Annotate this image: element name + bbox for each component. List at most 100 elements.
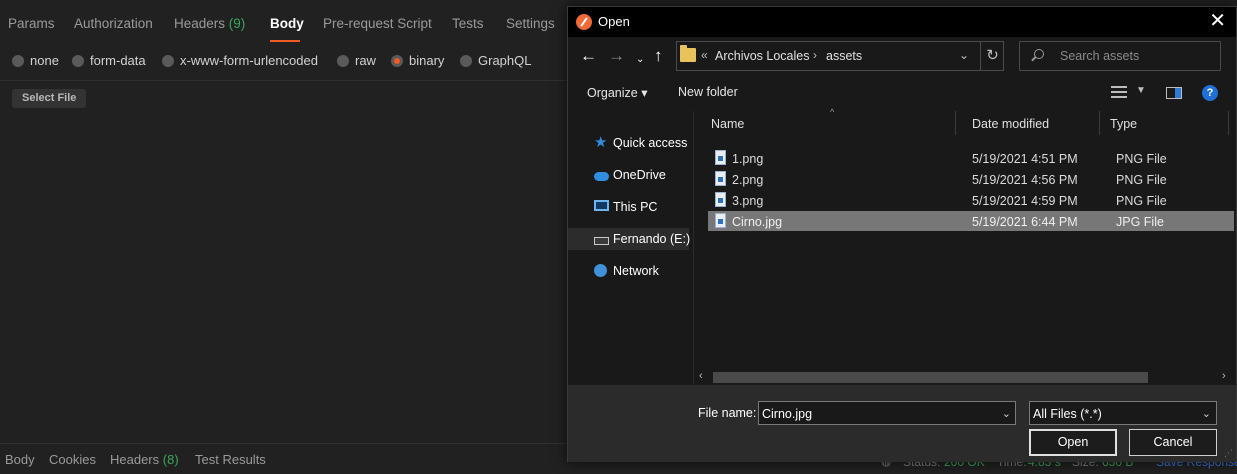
scroll-left-icon[interactable]: ‹ <box>699 370 703 382</box>
preview-pane-icon[interactable] <box>1166 87 1182 99</box>
radio-graphql-label: GraphQL <box>478 53 532 68</box>
divider <box>0 443 570 444</box>
nav-this-pc[interactable]: This PC <box>568 196 689 218</box>
radio-circle-icon <box>72 54 84 67</box>
help-icon[interactable]: ? <box>1202 85 1218 101</box>
column-header-date-modified[interactable]: Date modified <box>956 111 1100 135</box>
radio-circle-icon <box>162 54 174 67</box>
breadcrumb-overflow[interactable]: « <box>701 48 708 62</box>
response-tab-cookies[interactable]: Cookies <box>49 452 96 467</box>
forward-arrow-icon[interactable]: → <box>608 47 625 65</box>
divider <box>0 80 570 81</box>
breadcrumb-archivos-locales[interactable]: Archivos Locales <box>715 49 810 63</box>
radio-binary[interactable]: binary <box>391 53 444 68</box>
active-tab-indicator <box>270 40 300 42</box>
nav-onedrive[interactable]: OneDrive <box>568 164 689 186</box>
radio-form-data-label: form-data <box>90 53 146 68</box>
recent-locations-icon[interactable]: ⌄ <box>636 51 644 69</box>
file-list: ^ Name Date modified Type 1.png 5/19/202… <box>694 107 1236 385</box>
close-icon[interactable]: ✕ <box>1209 10 1226 32</box>
response-tab-headers-count: (8) <box>162 452 179 467</box>
tab-headers-label: Headers <box>174 16 226 31</box>
open-file-dialog: Open ✕ ← → ⌄ ↑ « Archivos Locales › asse… <box>567 6 1237 462</box>
file-type: PNG File <box>1116 173 1167 187</box>
chevron-down-icon[interactable]: ⌄ <box>1202 407 1211 420</box>
nav-quick-access-label: Quick access <box>613 136 688 150</box>
response-tab-headers-label: Headers <box>110 452 160 467</box>
folder-icon <box>680 45 696 62</box>
select-file-button[interactable]: Select File <box>12 89 87 108</box>
organize-button[interactable]: Organize ▾ <box>587 85 647 100</box>
nav-quick-access[interactable]: ★ Quick access <box>568 132 689 154</box>
file-name: 3.png <box>732 194 764 208</box>
nav-fernando-drive[interactable]: Fernando (E:) <box>568 228 690 250</box>
file-row-selected[interactable]: Cirno.jpg 5/19/2021 6:44 PM JPG File <box>708 211 1234 231</box>
search-box[interactable]: Search assets <box>1019 41 1221 71</box>
column-header-name[interactable]: Name <box>694 111 956 135</box>
network-icon <box>594 264 607 277</box>
radio-none-label: none <box>30 53 59 68</box>
response-tab-test-results[interactable]: Test Results <box>195 452 266 467</box>
refresh-icon[interactable]: ↻ <box>980 42 1004 70</box>
navigation-pane: ★ Quick access OneDrive This PC Fernando… <box>568 111 693 385</box>
dialog-title-bar: Open ✕ <box>568 7 1236 37</box>
search-input[interactable]: Search assets <box>1060 49 1139 63</box>
drive-icon <box>594 237 609 245</box>
tab-settings[interactable]: Settings <box>506 16 555 31</box>
tab-body[interactable]: Body <box>270 16 304 31</box>
cloud-icon <box>594 172 609 181</box>
radio-graphql[interactable]: GraphQL <box>460 53 531 68</box>
address-bar[interactable]: « Archivos Locales › assets ⌄ ↻ <box>676 41 1004 71</box>
radio-none[interactable]: none <box>12 53 59 68</box>
up-arrow-icon[interactable]: ↑ <box>654 47 663 65</box>
file-row[interactable]: 2.png 5/19/2021 4:56 PM PNG File <box>708 169 1234 189</box>
open-button[interactable]: Open <box>1029 429 1117 456</box>
radio-urlencoded[interactable]: x-www-form-urlencoded <box>162 53 318 68</box>
column-header-name-label: Name <box>711 117 745 131</box>
chevron-right-icon[interactable]: › <box>813 48 817 62</box>
chevron-down-icon[interactable]: ⌄ <box>959 48 969 62</box>
tab-headers[interactable]: Headers (9) <box>174 16 245 31</box>
radio-circle-icon <box>460 54 472 67</box>
image-file-icon <box>715 171 726 186</box>
horizontal-scrollbar[interactable]: ‹ › <box>694 369 1235 385</box>
response-tab-body[interactable]: Body <box>5 452 35 467</box>
chevron-down-icon[interactable]: ⌄ <box>1002 407 1011 420</box>
radio-raw-label: raw <box>355 53 376 68</box>
cancel-button[interactable]: Cancel <box>1129 429 1217 456</box>
nav-onedrive-label: OneDrive <box>613 168 666 182</box>
tab-authorization[interactable]: Authorization <box>74 16 153 31</box>
radio-raw[interactable]: raw <box>337 53 376 68</box>
tab-params[interactable]: Params <box>8 16 55 31</box>
nav-this-pc-label: This PC <box>613 200 658 214</box>
resize-grip-icon[interactable]: ⋰ <box>1224 448 1233 459</box>
response-tab-headers[interactable]: Headers (8) <box>110 452 179 467</box>
view-options-icon[interactable] <box>1111 86 1127 98</box>
breadcrumb-assets[interactable]: assets <box>826 49 862 63</box>
file-name: 2.png <box>732 173 764 187</box>
body-type-options: none form-data x-www-form-urlencoded raw… <box>0 50 600 72</box>
file-row[interactable]: 1.png 5/19/2021 4:51 PM PNG File <box>708 148 1234 168</box>
file-type-select[interactable]: All Files (*.*) ⌄ <box>1029 401 1217 425</box>
file-name: Cirno.jpg <box>732 215 783 229</box>
tab-tests[interactable]: Tests <box>452 16 484 31</box>
new-folder-button[interactable]: New folder <box>678 85 738 99</box>
file-row[interactable]: 3.png 5/19/2021 4:59 PM PNG File <box>708 190 1234 210</box>
file-name-field[interactable]: Cirno.jpg ⌄ <box>758 401 1016 425</box>
scroll-right-icon[interactable]: › <box>1222 370 1226 382</box>
back-arrow-icon[interactable]: ← <box>580 47 597 65</box>
file-date: 5/19/2021 4:59 PM <box>972 194 1078 208</box>
nav-network[interactable]: Network <box>568 260 689 282</box>
file-name-label: File name: <box>698 406 757 420</box>
chevron-down-icon[interactable]: ▼ <box>1136 85 1146 96</box>
radio-circle-icon <box>337 54 349 67</box>
column-header-date-label: Date modified <box>972 117 1050 131</box>
scrollbar-thumb[interactable] <box>713 372 1148 383</box>
nav-network-label: Network <box>613 264 659 278</box>
radio-form-data[interactable]: form-data <box>72 53 146 68</box>
computer-icon <box>594 200 609 211</box>
column-header-type[interactable]: Type <box>1100 111 1229 135</box>
radio-selected-icon <box>391 54 403 67</box>
file-type: PNG File <box>1116 152 1167 166</box>
tab-pre-request-script[interactable]: Pre-request Script <box>323 16 432 31</box>
